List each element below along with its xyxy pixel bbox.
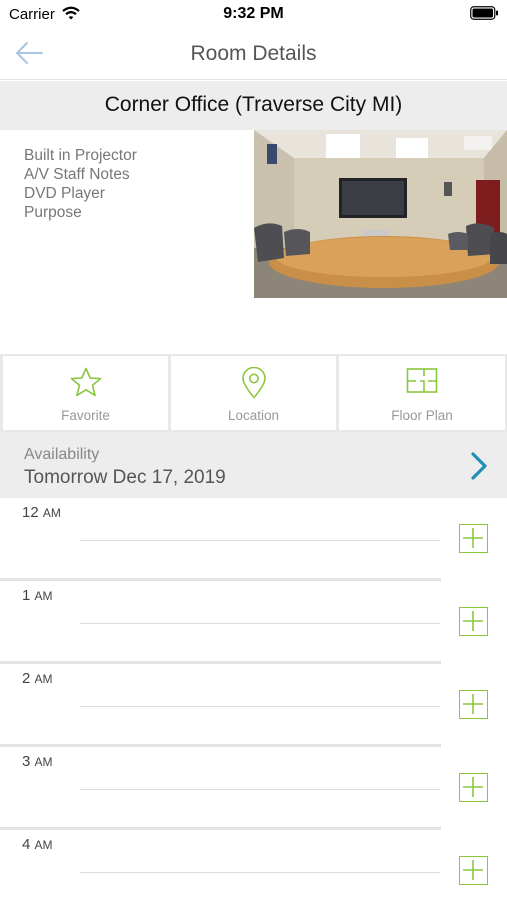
add-booking-button[interactable] — [459, 607, 488, 636]
status-time: 9:32 PM — [223, 5, 284, 22]
hour-row: 3 AM — [0, 747, 507, 830]
nav-bar: Room Details — [0, 30, 507, 80]
favorite-label: Favorite — [61, 408, 110, 423]
floor-plan-button[interactable]: Floor Plan — [339, 356, 505, 430]
availability-date: Tomorrow Dec 17, 2019 — [24, 467, 226, 488]
hour-label: 2 AM — [22, 670, 53, 687]
add-booking-button[interactable] — [459, 773, 488, 802]
location-button[interactable]: Location — [171, 356, 336, 430]
add-booking-button[interactable] — [459, 856, 488, 885]
feature-item: A/V Staff Notes — [24, 166, 130, 183]
action-row: Favorite Location Floor Plan — [0, 354, 507, 432]
floor-plan-icon — [339, 367, 505, 400]
hour-label: 3 AM — [22, 753, 53, 770]
half-hour-divider — [80, 623, 440, 624]
feature-item: Built in Projector — [24, 147, 137, 164]
favorite-button[interactable]: Favorite — [3, 356, 168, 430]
map-pin-icon — [171, 366, 336, 404]
hour-label: 4 AM — [22, 836, 53, 853]
availability-label: Availability — [24, 446, 100, 463]
room-photo — [254, 130, 507, 298]
hour-label: 1 AM — [22, 587, 53, 604]
floor-plan-label: Floor Plan — [391, 408, 453, 423]
hour-label: 12 AM — [22, 504, 61, 521]
location-label: Location — [227, 408, 280, 423]
room-title-bar: Corner Office (Traverse City MI) — [0, 81, 507, 130]
add-booking-button[interactable] — [459, 524, 488, 553]
battery-icon — [470, 6, 499, 25]
feature-item: Purpose — [24, 204, 82, 221]
star-icon — [3, 367, 168, 402]
page-title: Room Details — [190, 42, 317, 65]
hour-row: 1 AM — [0, 581, 507, 664]
status-bar: Carrier 9:32 PM — [0, 0, 507, 30]
hour-row: 4 AM — [0, 830, 507, 900]
half-hour-divider — [80, 872, 440, 873]
feature-item: DVD Player — [24, 185, 105, 202]
room-features: Built in Projector A/V Staff Notes DVD P… — [24, 146, 244, 222]
availability-bar[interactable]: Availability Tomorrow Dec 17, 2019 — [0, 432, 507, 498]
add-booking-button[interactable] — [459, 690, 488, 719]
half-hour-divider — [80, 540, 440, 541]
hour-row: 12 AM — [0, 498, 507, 581]
room-title: Corner Office (Traverse City MI) — [104, 93, 403, 116]
chevron-right-icon — [468, 450, 490, 487]
hour-row: 2 AM — [0, 664, 507, 747]
half-hour-divider — [80, 706, 440, 707]
half-hour-divider — [80, 789, 440, 790]
